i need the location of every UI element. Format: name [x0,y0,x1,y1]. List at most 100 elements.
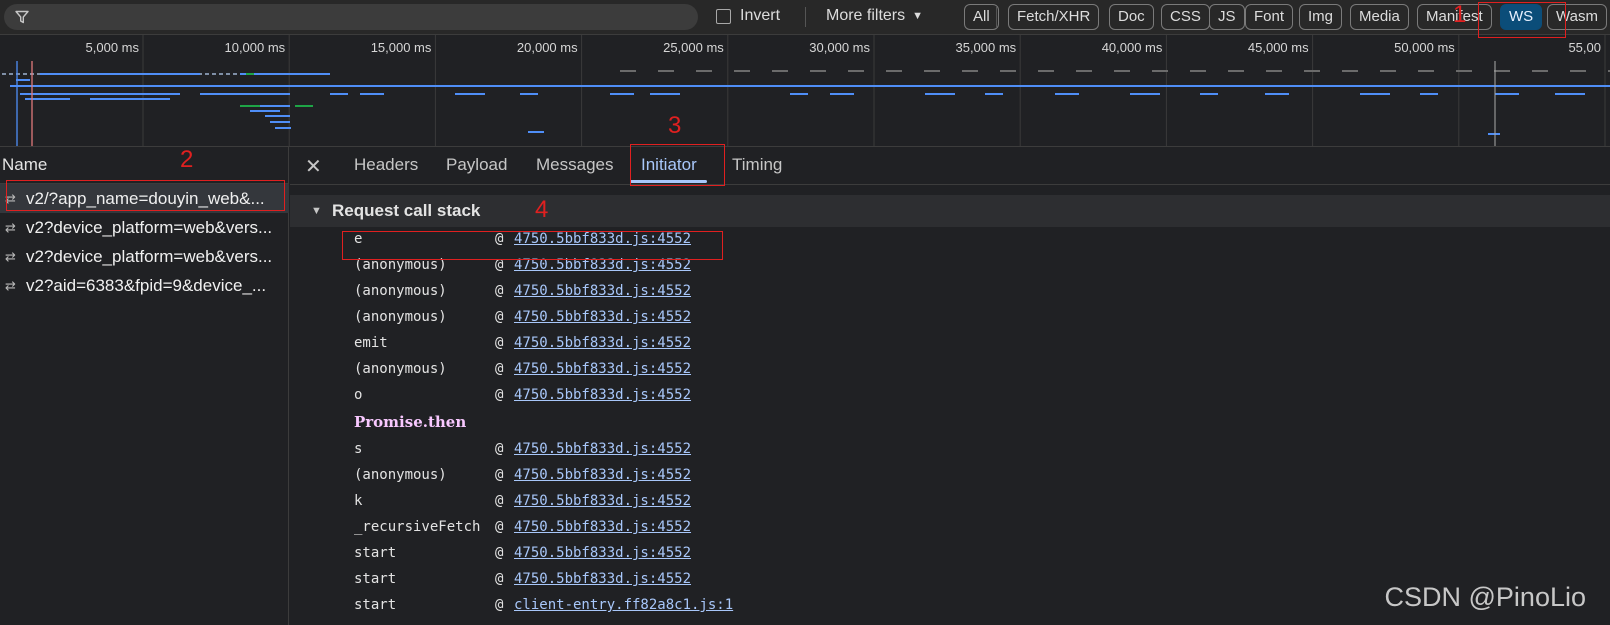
more-filters-dropdown[interactable]: More filters ▼ [826,7,923,25]
timeline-tick-label: 40,000 ms [1102,40,1163,55]
frame-function: (anonymous) [354,361,447,377]
timeline-bar [246,73,254,75]
frame-function: start [354,571,397,587]
type-filter-js[interactable]: JS [1209,4,1245,30]
stack-frame: k @ 4750.5bbf833d.js:4552 [290,490,1610,516]
timeline-tick-label: 50,000 ms [1394,40,1455,55]
frame-function: start [354,597,397,613]
request-row[interactable]: ⇄ v2?aid=6383&fpid=9&device_... [0,271,289,300]
websocket-icon: ⇄ [5,249,16,264]
request-name: v2?device_platform=web&vers... [26,247,273,266]
frame-function: s [354,441,363,457]
timeline-bar [1488,133,1500,135]
network-overview-timeline[interactable]: 5,000 ms 10,000 ms 15,000 ms 20,000 ms 25,00… [0,35,1610,147]
timeline-bar [1228,70,1244,72]
tab-payload[interactable]: Payload [446,155,507,175]
timeline-bar [810,70,826,72]
timeline-tick-label: 10,000 ms [224,40,285,55]
watermark: CSDN @PinoLio [1384,582,1587,612]
type-filter-css[interactable]: CSS [1161,4,1210,30]
type-filter-doc[interactable]: Doc [1109,4,1154,30]
timeline-bar [1570,70,1586,72]
type-filter-img[interactable]: Img [1299,4,1343,30]
timeline-bar [9,73,13,75]
frame-source-link[interactable]: 4750.5bbf833d.js:4552 [514,387,691,403]
frame-source-link[interactable]: 4750.5bbf833d.js:4552 [514,283,691,299]
timeline-bar [295,105,313,107]
timeline-tick-label: 20,000 ms [517,40,578,55]
timeline-bar [1200,93,1218,95]
timeline-bar [528,131,544,133]
caret-down-icon: ▼ [912,10,924,22]
async-boundary-label: Promise.then [354,413,467,431]
request-row[interactable]: ⇄ v2?device_platform=web&vers... [0,242,289,271]
filter-input-container[interactable] [4,4,698,30]
timeline-bar [1360,93,1390,95]
timeline-bar [455,93,485,95]
timeline-bar [219,73,223,75]
name-column-header[interactable]: Name [0,147,289,184]
timeline-bar [1038,70,1054,72]
frame-source-link[interactable]: 4750.5bbf833d.js:4552 [514,361,691,377]
tab-messages[interactable]: Messages [536,155,613,175]
timeline-bar [275,127,291,129]
type-filter-divider [996,7,997,27]
frame-at: @ [495,361,504,377]
stack-frame: (anonymous) @ 4750.5bbf833d.js:4552 [290,358,1610,384]
type-filter-media[interactable]: Media [1350,4,1409,30]
frame-source-link[interactable]: 4750.5bbf833d.js:4552 [514,467,691,483]
frame-source-link[interactable]: 4750.5bbf833d.js:4552 [514,519,691,535]
frame-at: @ [495,545,504,561]
timeline-tick-label: 5,000 ms [86,40,140,55]
timeline-bar [16,79,30,81]
stack-frame: (anonymous) @ 4750.5bbf833d.js:4552 [290,280,1610,306]
frame-source-link[interactable]: 4750.5bbf833d.js:4552 [514,493,691,509]
frame-source-link[interactable]: 4750.5bbf833d.js:4552 [514,545,691,561]
timeline-bar [200,93,290,95]
close-icon[interactable]: ✕ [305,154,322,179]
websocket-icon: ⇄ [5,278,16,293]
type-filter-fetch-xhr[interactable]: Fetch/XHR [1008,4,1100,30]
timeline-tick-label: 30,000 ms [809,40,870,55]
tab-timing[interactable]: Timing [732,155,782,175]
timeline-bar [1055,93,1079,95]
timeline-bar [1114,70,1130,72]
timeline-bar [1495,93,1519,95]
type-filter-font[interactable]: Font [1245,4,1294,30]
type-filter-all[interactable]: All [964,4,999,30]
frame-source-link[interactable]: 4750.5bbf833d.js:4552 [514,309,691,325]
frame-function: (anonymous) [354,309,447,325]
timeline-bar [962,70,978,72]
filter-input[interactable] [38,7,678,27]
network-filter-bar: Invert More filters ▼ All Fetch/XHR Doc C… [0,0,1610,35]
timeline-bar [650,93,680,95]
timeline-bar [1152,70,1168,72]
tab-headers[interactable]: Headers [354,155,418,175]
invert-checkbox[interactable] [716,9,731,24]
frame-function: emit [354,335,388,351]
timeline-grid [142,35,1606,146]
timeline-bar [925,93,955,95]
frame-at: @ [495,597,504,613]
frame-source-link[interactable]: 4750.5bbf833d.js:4552 [514,441,691,457]
more-filters-label: More filters [826,7,906,24]
timeline-bar [1342,70,1358,72]
timeline-bar [610,93,634,95]
timeline-bar [790,93,808,95]
frame-at: @ [495,283,504,299]
frame-source-link[interactable]: client-entry.ff82a8c1.js:1 [514,597,733,613]
stack-frame: _recursiveFetch @ 4750.5bbf833d.js:4552 [290,516,1610,542]
annotation-box-1 [1478,2,1566,38]
request-call-stack-header[interactable]: ▼ Request call stack [290,195,1610,227]
request-row[interactable]: ⇄ v2?device_platform=web&vers... [0,213,289,242]
frame-function: (anonymous) [354,467,447,483]
timeline-bar [60,93,180,95]
annotation-box-4 [342,231,723,260]
annotation-number-4: 4 [535,196,549,223]
name-header-label: Name [2,155,48,174]
annotation-number-1: 1 [1453,1,1467,28]
frame-source-link[interactable]: 4750.5bbf833d.js:4552 [514,571,691,587]
request-details-pane: ✕ Headers Payload Messages Initiator Tim… [290,147,1610,625]
frame-source-link[interactable]: 4750.5bbf833d.js:4552 [514,335,691,351]
timeline-tick-label: 55,00 [1568,40,1601,55]
